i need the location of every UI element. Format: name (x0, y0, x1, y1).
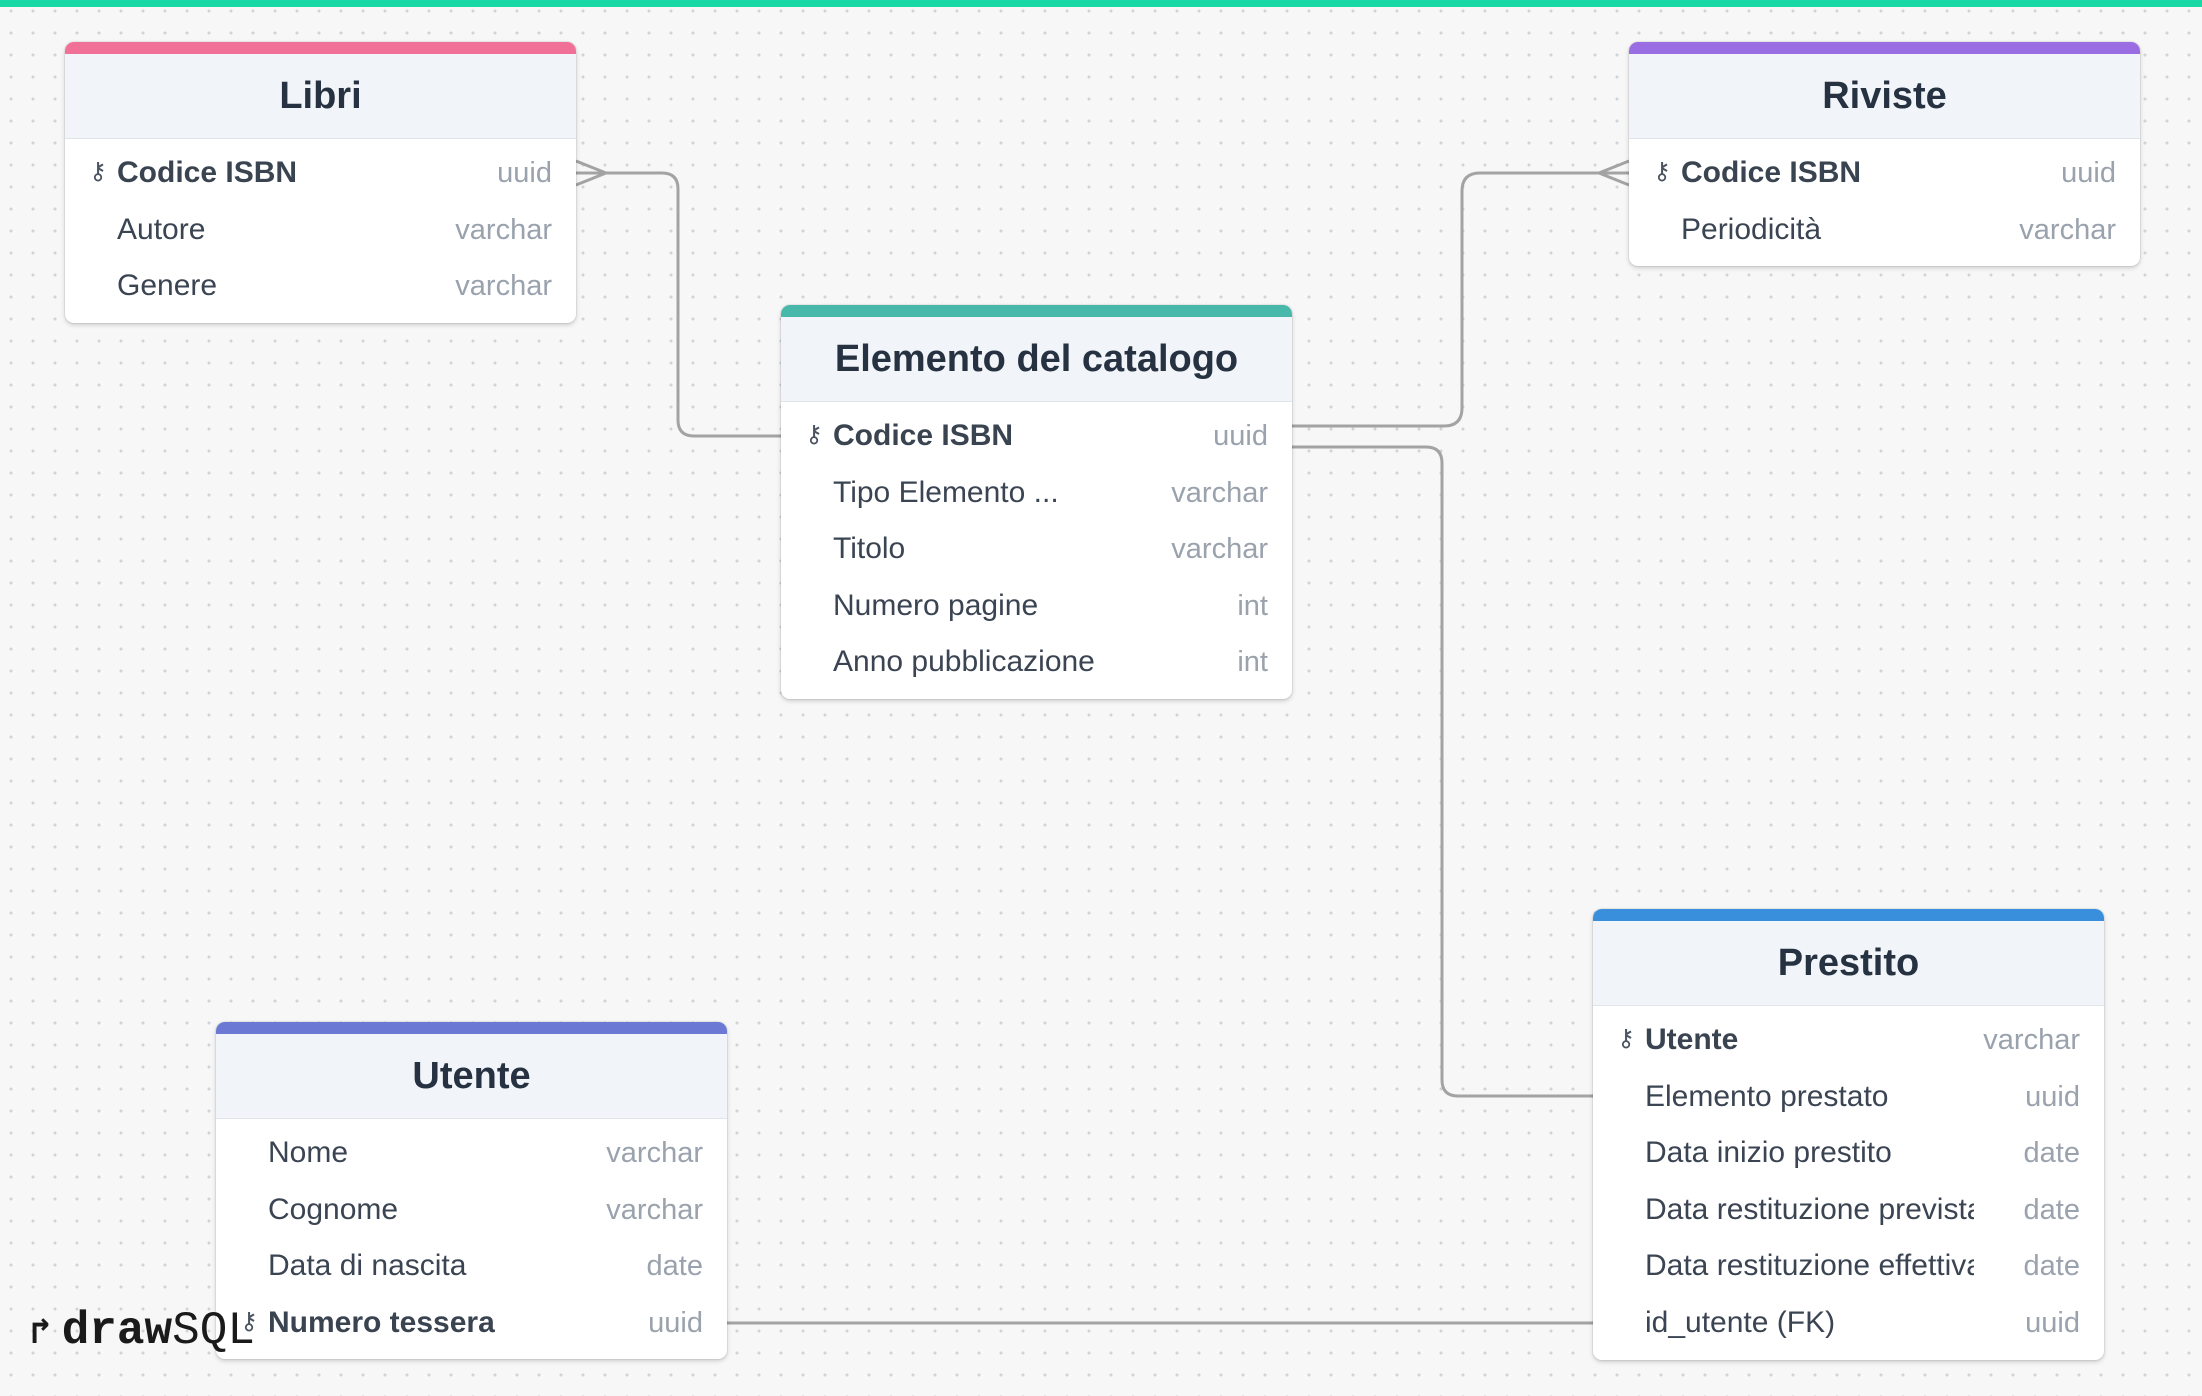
column-type: uuid (497, 157, 552, 189)
column-row[interactable]: ⚷ Codice ISBN uuid (65, 145, 576, 202)
column-type: varchar (455, 213, 552, 246)
column-name: Titolo (833, 532, 906, 566)
column-type: varchar (606, 1137, 703, 1169)
column-name: Utente (1645, 1023, 1739, 1056)
table-accent (781, 305, 1292, 317)
column-name: Nome (268, 1136, 349, 1169)
column-row[interactable]: Anno pubblicazione int (781, 634, 1292, 691)
column-name: Codice ISBN (1681, 156, 1862, 189)
column-row[interactable]: Data inizio prestito date (1593, 1125, 2104, 1182)
column-name: Numero pagine (833, 588, 1039, 622)
column-type: date (2023, 1137, 2080, 1170)
columns-list: Nome varchar Cognome varchar Data di nascita… (216, 1119, 727, 1359)
column-name: Genere (117, 269, 218, 303)
column-type: date (2023, 1250, 2080, 1283)
column-name: Anno pubblicazione (833, 645, 1095, 679)
column-type: varchar (2019, 213, 2116, 246)
columns-list: ⚷ Utente varchar Elemento prestato uuid Data … (1593, 1006, 2104, 1360)
column-name: Codice ISBN (833, 419, 1014, 452)
column-type: uuid (2025, 1080, 2080, 1113)
column-row[interactable]: ⚷ Numero tessera uuid (216, 1295, 727, 1352)
link-elemento-prestito[interactable] (1292, 445, 1593, 1098)
column-row[interactable]: Data restituzione prevista date (1593, 1182, 2104, 1239)
columns-list: ⚷ Codice ISBN uuid Autore varchar Genere varch… (65, 139, 576, 323)
table-elemento-del-catalogo[interactable]: Elemento del catalogo ⚷ Codice ISBN uuid Ti… (781, 305, 1292, 699)
column-row[interactable]: Nome varchar (216, 1125, 727, 1182)
column-row[interactable]: ⚷ Codice ISBN uuid (1629, 145, 2140, 202)
column-row[interactable]: Titolo varchar (781, 521, 1292, 578)
column-name: Elemento prestato (1645, 1079, 1889, 1113)
column-name: Data di nascita (268, 1249, 467, 1283)
column-name: Tipo Elemento ... (833, 475, 1059, 509)
link-elemento-libri[interactable] (576, 171, 781, 438)
column-name: Cognome (268, 1192, 399, 1226)
table-accent (65, 42, 576, 54)
column-type: varchar (1171, 533, 1268, 566)
table-title: Elemento del catalogo (781, 317, 1292, 402)
column-name: Periodicità (1681, 212, 1822, 246)
column-type: date (646, 1250, 703, 1283)
column-name: id_utente (FK) (1645, 1305, 1836, 1339)
column-row[interactable]: Data di nascita date (216, 1238, 727, 1295)
column-row[interactable]: Numero pagine int (781, 578, 1292, 635)
column-name: Codice ISBN (117, 156, 298, 189)
table-title: Riviste (1629, 54, 2140, 139)
key-icon: ⚷ (1653, 158, 1671, 185)
column-type: int (1237, 589, 1268, 622)
column-name: Autore (117, 212, 206, 246)
column-row[interactable]: ⚷ Utente varchar (1593, 1012, 2104, 1069)
column-name: Numero tessera (268, 1305, 495, 1339)
column-row[interactable]: Genere varchar (65, 258, 576, 315)
column-row[interactable]: Periodicità varchar (1629, 202, 2140, 259)
key-icon: ⚷ (89, 158, 107, 185)
column-type: uuid (1213, 420, 1268, 452)
column-type: uuid (2061, 157, 2116, 189)
key-icon: ⚷ (1617, 1025, 1635, 1052)
drawsql-logo: ↱ draw SQL (30, 1303, 255, 1359)
link-elemento-riviste[interactable] (1292, 171, 1629, 428)
column-name: Data inizio prestito (1645, 1136, 1892, 1170)
key-icon: ⚷ (805, 421, 823, 448)
table-title: Libri (65, 54, 576, 139)
table-title: Utente (216, 1034, 727, 1119)
table-riviste[interactable]: Riviste ⚷ Codice ISBN uuid Periodicità varch… (1629, 42, 2140, 267)
column-type: uuid (2025, 1306, 2080, 1339)
column-row[interactable]: ⚷ Codice ISBN uuid (781, 408, 1292, 465)
column-row[interactable]: Elemento prestato uuid (1593, 1069, 2104, 1126)
table-title: Prestito (1593, 921, 2104, 1006)
column-type: varchar (1983, 1024, 2080, 1056)
column-type: varchar (1171, 476, 1268, 509)
column-row[interactable]: id_utente (FK) uuid (1593, 1295, 2104, 1352)
column-row[interactable]: Data restituzione effettiva date (1593, 1238, 2104, 1295)
column-name: Data restituzione prevista (1645, 1192, 1974, 1226)
logo-text-sql: SQL (172, 1305, 255, 1357)
table-prestito[interactable]: Prestito ⚷ Utente varchar Elemento prestato… (1593, 909, 2104, 1360)
table-accent (216, 1022, 727, 1034)
column-type: varchar (455, 270, 552, 303)
columns-list: ⚷ Codice ISBN uuid Periodicità varchar (1629, 139, 2140, 266)
column-row[interactable]: Autore varchar (65, 202, 576, 259)
logo-text-draw: draw (61, 1305, 173, 1357)
drawsql-logo-icon: ↱ (30, 1310, 52, 1352)
column-row[interactable]: Tipo Elemento ... varchar (781, 465, 1292, 522)
table-accent (1629, 42, 2140, 54)
table-accent (1593, 909, 2104, 921)
column-type: int (1237, 646, 1268, 679)
table-utente[interactable]: Utente Nome varchar Cognome varchar Data di … (216, 1022, 727, 1360)
column-type: varchar (606, 1193, 703, 1226)
column-name: Data restituzione effettiva (1645, 1249, 1974, 1283)
table-libri[interactable]: Libri ⚷ Codice ISBN uuid Autore varchar Gener… (65, 42, 576, 323)
columns-list: ⚷ Codice ISBN uuid Tipo Elemento ... varchar… (781, 402, 1292, 699)
column-row[interactable]: Cognome varchar (216, 1182, 727, 1239)
column-type: uuid (648, 1306, 703, 1339)
column-type: date (2023, 1193, 2080, 1226)
